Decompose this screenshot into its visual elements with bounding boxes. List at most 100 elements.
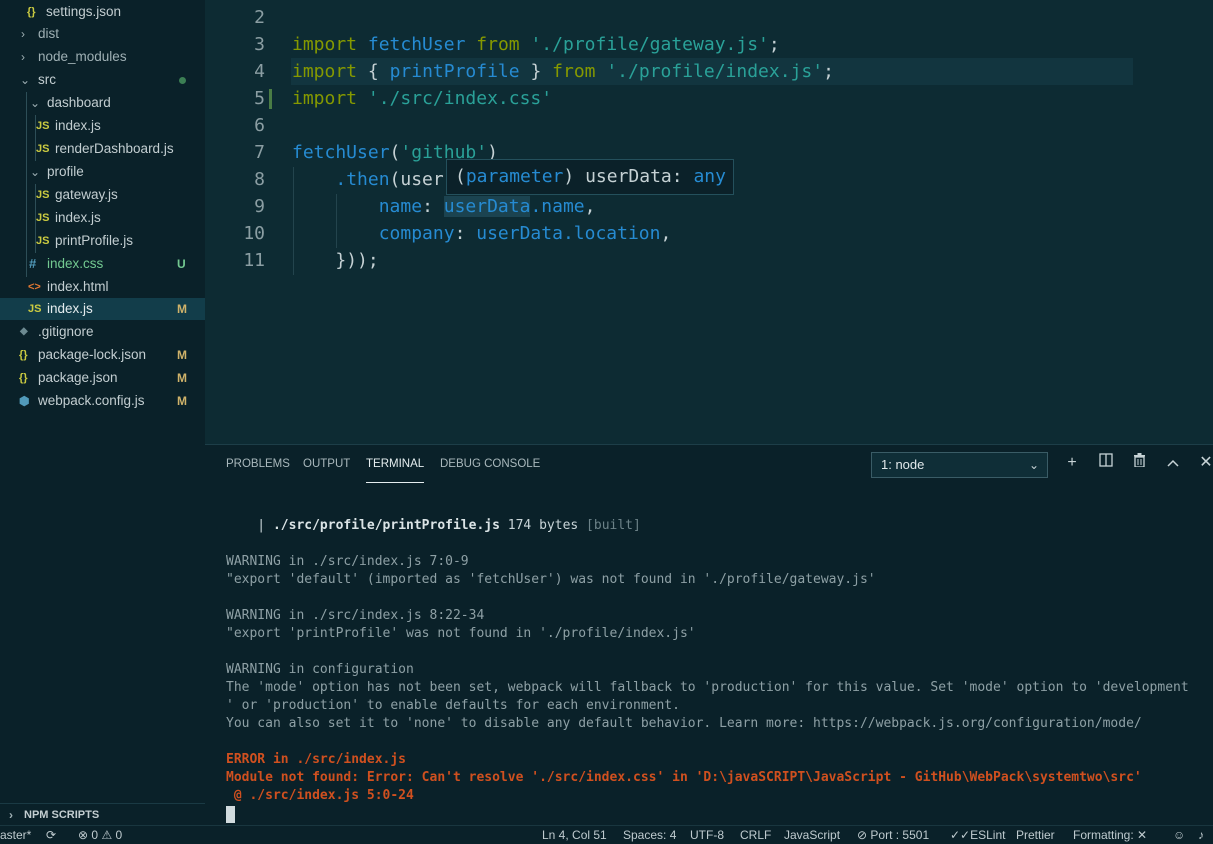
git-file-icon: ◆ <box>20 326 28 337</box>
tree-item-label: package.json <box>38 370 118 385</box>
sync-icon[interactable]: ⟳ <box>46 826 56 844</box>
tree-item-print-profile-js[interactable]: JS printProfile.js <box>0 230 205 252</box>
tree-item-profile-index-js[interactable]: JS index.js <box>0 207 205 229</box>
chevron-down-icon: ⌄ <box>1028 458 1039 472</box>
tab-debug-console[interactable]: DEBUG CONSOLE <box>440 458 540 482</box>
close-icon[interactable]: ✕ <box>1196 453 1213 473</box>
js-file-icon: JS <box>36 189 50 201</box>
tree-item-webpack-config-js[interactable]: ⬢ webpack.config.js M <box>0 390 205 412</box>
identifier: .location <box>562 223 661 244</box>
error-count: 0 <box>91 828 99 842</box>
problems-indicator[interactable]: ⊗ 0 ⚠ 0 <box>78 826 122 844</box>
keyword: import <box>292 61 358 82</box>
hover-type: any <box>693 166 726 187</box>
css-file-icon: # <box>29 256 37 271</box>
punctuation: , <box>584 196 596 217</box>
tab-problems[interactable]: PROBLEMS <box>226 458 290 482</box>
tree-item-package-lock-json[interactable]: {} package-lock.json M <box>0 344 205 366</box>
git-added-gutter-mark <box>269 89 272 109</box>
tree-item-label: src <box>38 72 56 87</box>
git-branch[interactable]: aster* <box>0 826 31 844</box>
tree-item-profile[interactable]: ⌄ profile <box>0 161 205 183</box>
bell-icon[interactable]: ♪ <box>1198 826 1204 844</box>
tree-item-index-css[interactable]: # index.css U <box>0 253 205 275</box>
tree-item-label: index.js <box>47 301 93 316</box>
terminal-line: You can also set it to 'none' to disable… <box>226 716 1142 731</box>
live-server-port[interactable]: ⊘ Port : 5501 <box>857 826 929 844</box>
cursor-position[interactable]: Ln 4, Col 51 <box>542 826 607 844</box>
line-number: 6 <box>254 115 265 136</box>
punctuation: } <box>519 61 542 82</box>
tree-item-label: index.html <box>47 279 109 294</box>
language-mode[interactable]: JavaScript <box>784 826 840 844</box>
identifier: fetchUser <box>367 34 466 55</box>
terminal-select[interactable]: 1: node ⌄ <box>871 452 1048 478</box>
terminal-error-line: Module not found: Error: Can't resolve '… <box>226 770 1142 785</box>
punctuation: : <box>422 196 444 217</box>
line-number: 11 <box>243 250 265 271</box>
tree-item-package-json[interactable]: {} package.json M <box>0 367 205 389</box>
punctuation: ( <box>389 142 401 163</box>
line-number: 10 <box>243 223 265 244</box>
code-line: import fetchUser from './profile/gateway… <box>292 31 780 58</box>
tree-item-gateway-js[interactable]: JS gateway.js <box>0 184 205 206</box>
terminal-text: 174 bytes <box>499 518 587 533</box>
tree-item-label: index.js <box>55 210 101 225</box>
end-of-line[interactable]: CRLF <box>740 826 771 844</box>
npm-scripts-section[interactable]: › NPM SCRIPTS <box>0 803 205 826</box>
js-file-icon: JS <box>36 235 50 247</box>
split-terminal-icon[interactable] <box>1096 453 1116 473</box>
eslint-status[interactable]: ✓✓ESLint <box>950 826 1005 844</box>
tree-item-label: .gitignore <box>38 324 94 339</box>
prettier-status[interactable]: Prettier <box>1016 826 1055 844</box>
tree-item-label: index.js <box>55 118 101 133</box>
tree-item-node-modules[interactable]: › node_modules <box>0 46 205 68</box>
punctuation: ; <box>768 34 780 55</box>
chevron-up-icon-svg <box>1167 459 1179 467</box>
tree-item-gitignore[interactable]: ◆ .gitignore <box>0 321 205 343</box>
html-file-icon: <> <box>28 281 41 293</box>
code-line: .then(user <box>292 166 443 193</box>
tree-item-dashboard-index-js[interactable]: JS index.js <box>0 115 205 137</box>
terminal-line: WARNING in ./src/index.js 8:22-34 <box>226 608 485 623</box>
terminal-cursor[interactable] <box>226 806 235 823</box>
chevron-up-icon[interactable] <box>1163 453 1183 473</box>
property-key: name <box>378 196 423 217</box>
trash-icon[interactable] <box>1129 453 1149 473</box>
punctuation: ( <box>455 166 466 187</box>
feedback-icon[interactable]: ☺ <box>1173 826 1185 844</box>
json-file-icon: {} <box>19 349 28 361</box>
tab-output[interactable]: OUTPUT <box>303 458 350 482</box>
code-editor[interactable]: 2 3 4 5 6 7 8 9 10 11 import fetchUser f… <box>205 0 1213 444</box>
tree-item-src[interactable]: ⌄ src <box>0 69 205 91</box>
formatting-status[interactable]: Formatting: ✕ <box>1073 826 1147 844</box>
terminal-line: WARNING in ./src/index.js 7:0-9 <box>226 554 469 569</box>
tab-terminal[interactable]: TERMINAL <box>366 458 425 483</box>
string-literal: './src/index.css' <box>367 88 553 109</box>
tree-item-index-html[interactable]: <> index.html <box>0 276 205 298</box>
tree-item-src-index-js[interactable]: JS index.js M <box>0 298 205 320</box>
js-file-icon: JS <box>36 120 50 132</box>
terminal-select-value: 1: node <box>881 457 925 472</box>
npm-scripts-label: NPM SCRIPTS <box>24 809 100 821</box>
split-terminal-icon-svg <box>1099 453 1113 467</box>
line-number: 2 <box>254 7 265 28</box>
tree-item-render-dashboard-js[interactable]: JS renderDashboard.js <box>0 138 205 160</box>
tree-item-label: package-lock.json <box>38 347 147 362</box>
punctuation: : <box>454 223 477 244</box>
encoding[interactable]: UTF-8 <box>690 826 724 844</box>
explorer-sidebar: {} settings.json › dist › node_modules ⌄… <box>0 0 205 825</box>
json-file-icon: {} <box>19 372 28 384</box>
plus-icon[interactable]: + <box>1062 453 1082 473</box>
property-key: company <box>378 223 455 244</box>
tree-item-settings-json[interactable]: {} settings.json <box>0 1 205 23</box>
indentation[interactable]: Spaces: 4 <box>623 826 676 844</box>
keyword: import <box>292 34 358 55</box>
chevron-right-icon: › <box>9 808 13 822</box>
tree-item-label: dashboard <box>47 95 111 110</box>
port-label: Port : 5501 <box>870 828 930 842</box>
punctuation: { <box>367 61 390 82</box>
tree-item-dashboard[interactable]: ⌄ dashboard <box>0 92 205 114</box>
js-file-icon: JS <box>36 212 50 224</box>
tree-item-dist[interactable]: › dist <box>0 23 205 45</box>
